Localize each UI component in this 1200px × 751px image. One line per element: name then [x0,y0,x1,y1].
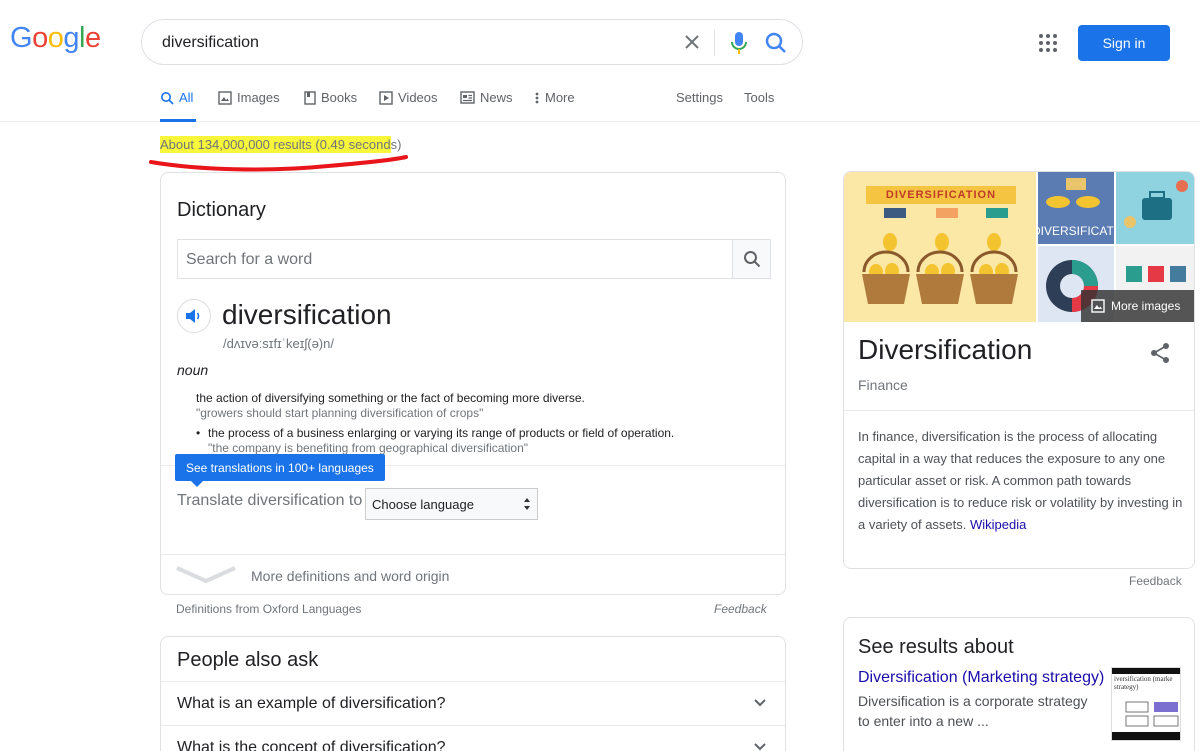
eggs-illustration [1046,178,1100,208]
knowledge-panel-description: In finance, diversification is the proce… [858,426,1188,536]
tab-images[interactable]: Images [218,90,280,122]
example-1: "growers should start planning diversifi… [196,406,484,420]
search-box[interactable]: diversification [141,19,803,65]
logo-letter: g [63,22,79,54]
image-thumbnail[interactable]: DIVERSIFICATION [844,172,1036,322]
chevron-down-icon [754,743,766,751]
pronunciation-button[interactable] [177,299,211,333]
see-results-heading: See results about [858,636,1014,658]
dictionary-search-field[interactable]: Search for a word [177,239,771,279]
knowledge-panel-images: DIVERSIFICATION DIVERSIF [844,172,1194,322]
translate-label: Translate diversification to [177,492,363,509]
tab-videos[interactable]: Videos [379,90,438,122]
feedback-link[interactable]: Feedback [714,602,767,616]
news-icon [460,91,475,104]
people-also-ask: People also ask What is an example of di… [160,636,786,751]
feedback-link[interactable]: Feedback [1129,574,1182,588]
mic-icon[interactable] [727,30,751,56]
dictionary-card: Dictionary Search for a word diversifica… [160,172,786,595]
select-arrows-icon [524,498,530,510]
see-results-thumbnail[interactable]: iversification (marke strategy) [1111,667,1181,741]
language-select[interactable]: Choose language [365,488,538,520]
paa-question-text: What is the concept of diversification? [177,739,446,751]
definition-1: the action of diversifying something or … [196,391,585,405]
chevron-down-icon[interactable] [175,564,237,586]
tab-news[interactable]: News [460,90,513,122]
part-of-speech: noun [177,362,209,378]
briefcase-illustration [1124,180,1188,228]
tab-label: More [545,90,575,105]
search-icon [743,251,760,268]
tab-label: All [179,90,194,105]
share-icon[interactable] [1150,342,1170,364]
see-results-about: See results about Diversification (Marke… [843,617,1195,751]
tab-tools[interactable]: Tools [744,90,774,122]
search-tabs: All Images Books Videos News More Settin… [0,80,1200,122]
image-thumbnail[interactable] [1116,172,1194,244]
knowledge-panel: DIVERSIFICATION DIVERSIF [843,171,1195,569]
logo-letter: o [47,22,64,54]
dictionary-heading: Dictionary [177,199,266,221]
tab-label: Tools [744,90,775,105]
more-definitions-link[interactable]: More definitions and word origin [251,568,449,584]
tab-label: Videos [398,90,438,105]
baskets-illustration [862,208,1018,304]
dictionary-word: diversification [222,299,392,330]
translations-tooltip[interactable]: See translations in 100+ languages [175,454,385,487]
see-results-link[interactable]: Diversification (Marketing strategy) [858,669,1104,687]
divider [161,554,785,555]
language-select-value: Choose language [372,497,474,512]
logo-letter: o [32,22,48,54]
tab-label: Settings [676,90,723,105]
image-icon [1091,299,1105,313]
dictionary-source[interactable]: Definitions from Oxford Languages [176,602,361,616]
thumbnail-bar [1112,732,1180,740]
image-icon [218,91,232,105]
paa-question[interactable]: What is the concept of diversification? [161,725,785,751]
google-logo[interactable]: Google [10,22,101,55]
search-input[interactable]: diversification [162,34,259,52]
tab-label: Images [237,90,280,105]
sign-in-button[interactable]: Sign in [1078,25,1170,61]
more-images-label: More images [1111,299,1181,313]
tab-settings[interactable]: Settings [676,90,723,122]
bullet: • [196,426,201,440]
tab-books[interactable]: Books [304,90,357,122]
image-b-text: DIVERSIFICATIO [1038,224,1114,238]
speaker-icon [186,309,200,323]
example-2: "the company is benefiting from geograph… [208,441,529,455]
logo-letter: G [10,22,33,54]
tab-label: Books [321,90,358,105]
dictionary-search-placeholder: Search for a word [186,251,313,268]
divider [844,410,1194,411]
thumbnail-text: iversification (marke strategy) [1114,675,1173,691]
more-images-button[interactable]: More images [1081,290,1194,322]
definition-2: the process of a business enlarging or v… [208,426,675,440]
wikipedia-link[interactable]: Wikipedia [970,517,1026,532]
dictionary-search-button[interactable] [732,240,770,278]
tab-more[interactable]: More [534,90,575,122]
paa-question-text: What is an example of diversification? [177,695,446,712]
diagram-illustration [1125,701,1179,727]
image-thumbnail[interactable]: DIVERSIFICATIO [1038,172,1114,244]
play-icon [379,91,393,105]
logo-letter: e [84,22,101,54]
search-divider [714,30,715,56]
book-icon [304,91,316,105]
more-vert-icon [535,92,539,104]
close-icon[interactable] [680,30,704,54]
paa-heading: People also ask [177,649,319,671]
tab-all[interactable]: All [160,90,196,122]
tab-label: News [480,90,513,105]
knowledge-panel-subtitle: Finance [858,377,908,393]
apps-grid-icon[interactable] [1038,33,1058,53]
dictionary-phonetic: /dʌɪvəːsɪfɪˈkeɪʃ(ə)n/ [223,336,334,351]
search-icon[interactable] [763,30,789,56]
thumbnail-bar [1112,668,1180,674]
see-results-description: Diversification is a corporate strategy … [858,693,1088,729]
search-icon [161,92,174,105]
chevron-down-icon [754,699,766,707]
paa-question[interactable]: What is an example of diversification? [161,681,785,725]
knowledge-panel-title: Diversification [858,334,1033,365]
